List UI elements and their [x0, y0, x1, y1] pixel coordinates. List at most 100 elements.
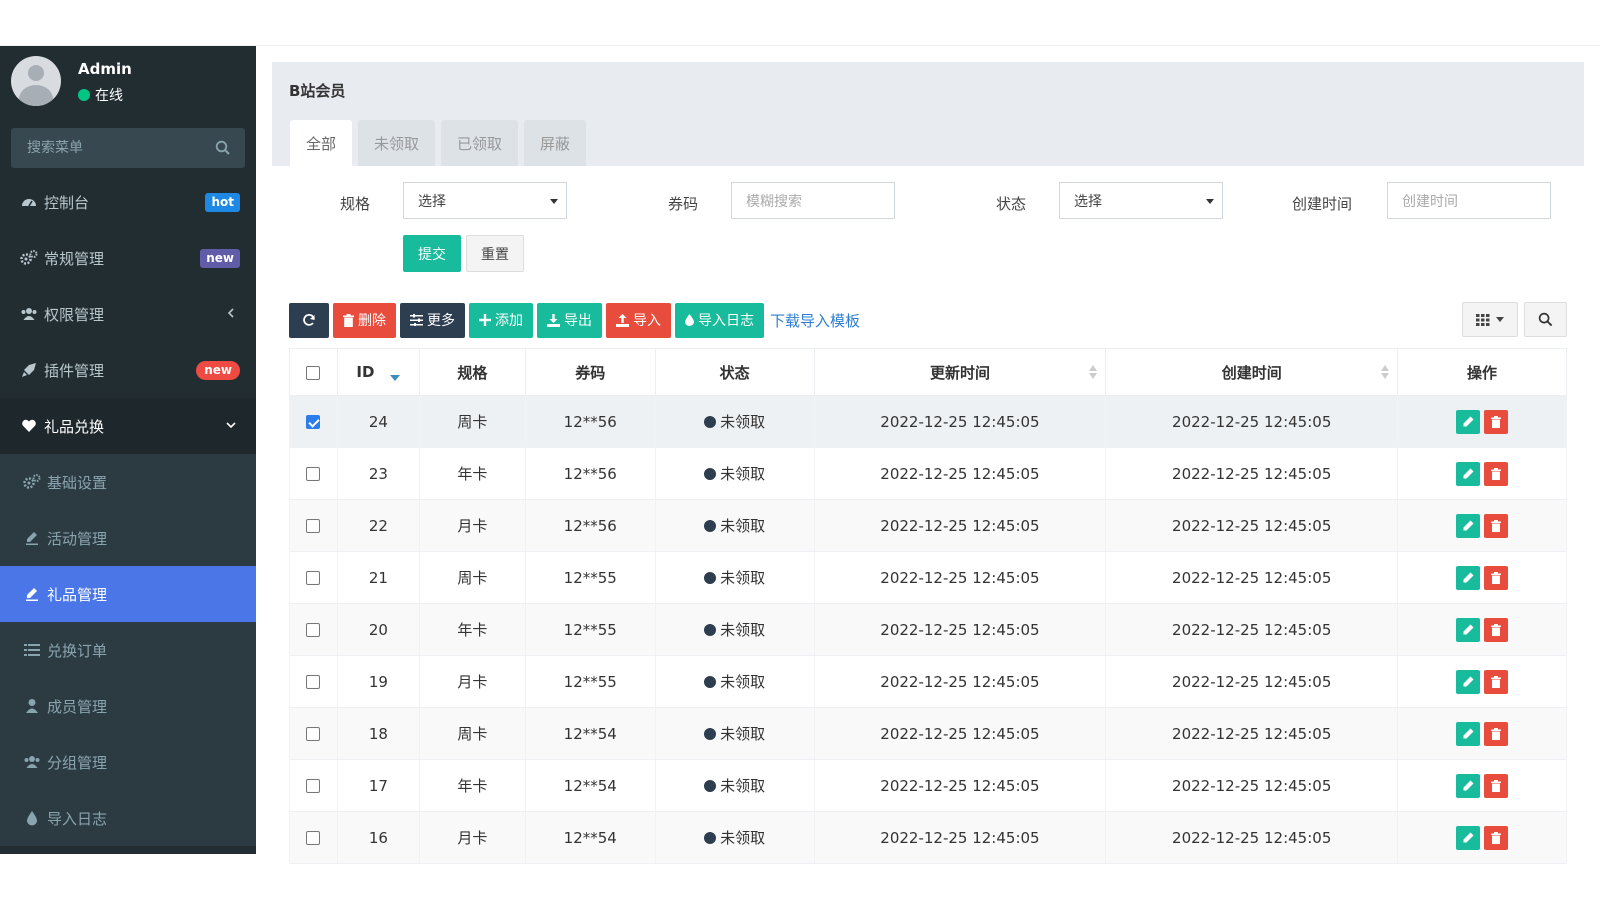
download-template-link[interactable]: 下载导入模板	[770, 310, 860, 331]
edit-button[interactable]	[1456, 409, 1481, 434]
table-row[interactable]: 17 年卡 12**54 未领取 2022-12-25 12:45:05 2022-12-…	[289, 759, 1567, 812]
sidebar-item-groups[interactable]: 分组管理	[0, 734, 256, 790]
status-dot-icon	[704, 780, 717, 792]
table-row[interactable]: 22 月卡 12**56 未领取 2022-12-25 12:45:05 2022-12-…	[289, 499, 1567, 552]
col-updated[interactable]: 更新时间	[813, 348, 1107, 396]
cell-spec: 年卡	[418, 759, 526, 812]
table-row[interactable]: 20 年卡 12**55 未领取 2022-12-25 12:45:05 2022-12-…	[289, 603, 1567, 656]
cogs-icon	[20, 249, 38, 267]
cell-code: 12**55	[524, 603, 656, 656]
delete-button[interactable]: 删除	[333, 302, 396, 338]
status-dot-icon	[704, 520, 717, 532]
edit-button[interactable]	[1456, 617, 1481, 642]
sidebar-item-dashboard[interactable]: 控制台 hot	[0, 174, 256, 230]
row-checkbox[interactable]	[306, 415, 321, 429]
export-button[interactable]: 导出	[537, 302, 602, 338]
edit-button[interactable]	[1456, 773, 1481, 798]
delete-row-button[interactable]	[1484, 409, 1509, 434]
user-status-text: 在线	[95, 88, 123, 104]
cell-status: 未领取	[654, 447, 815, 500]
row-checkbox[interactable]	[306, 519, 321, 533]
delete-row-button[interactable]	[1484, 721, 1509, 746]
sort-desc-icon	[390, 375, 401, 381]
sidebar-item-gift-management[interactable]: 礼品管理	[0, 566, 256, 622]
edit-button[interactable]	[1456, 565, 1481, 590]
row-checkbox[interactable]	[306, 831, 321, 845]
import-button[interactable]: 导入	[606, 302, 671, 338]
delete-row-button[interactable]	[1484, 617, 1509, 642]
sidebar-item-plugins[interactable]: 插件管理 new	[0, 342, 256, 398]
sidebar-item-activity[interactable]: 活动管理	[0, 510, 256, 566]
table-row[interactable]: 21 周卡 12**55 未领取 2022-12-25 12:45:05 2022-12-…	[289, 551, 1567, 604]
sidebar-item-members[interactable]: 成员管理	[0, 678, 256, 734]
delete-row-button[interactable]	[1484, 565, 1509, 590]
tab-blocked[interactable]: 屏蔽	[524, 120, 587, 166]
cell-actions	[1397, 447, 1567, 500]
edit-button[interactable]	[1456, 513, 1481, 538]
col-created[interactable]: 创建时间	[1105, 348, 1399, 396]
row-checkbox[interactable]	[306, 675, 321, 689]
menu-search-input[interactable]	[11, 128, 211, 168]
import-log-button[interactable]: 导入日志	[675, 302, 764, 338]
sidebar-item-general[interactable]: 常规管理 new	[0, 230, 256, 286]
row-checkbox[interactable]	[306, 623, 321, 637]
spec-select[interactable]: 选择	[403, 182, 567, 219]
cell-id: 17	[336, 759, 420, 812]
reset-button[interactable]: 重置	[466, 235, 524, 272]
tab-unclaimed[interactable]: 未领取	[358, 120, 436, 166]
pencil-icon	[1463, 468, 1474, 479]
more-button[interactable]: 更多	[400, 302, 465, 338]
table-row[interactable]: 23 年卡 12**56 未领取 2022-12-25 12:45:05 2022-12-…	[289, 447, 1567, 500]
export-label: 导出	[564, 313, 592, 329]
delete-row-button[interactable]	[1484, 669, 1509, 694]
cell-actions	[1397, 395, 1567, 448]
sidebar-item-gift-exchange[interactable]: 礼品兑换	[0, 398, 256, 454]
trash-icon	[1491, 727, 1502, 740]
row-checkbox[interactable]	[306, 467, 321, 481]
row-checkbox[interactable]	[306, 779, 321, 793]
edit-button[interactable]	[1456, 721, 1481, 746]
table-row[interactable]: 18 周卡 12**54 未领取 2022-12-25 12:45:05 2022-12-…	[289, 707, 1567, 760]
cell-code: 12**56	[524, 447, 656, 500]
table-row[interactable]: 24 周卡 12**56 未领取 2022-12-25 12:45:05 2022-12-…	[289, 395, 1567, 448]
tab-all[interactable]: 全部	[290, 120, 353, 166]
tab-claimed[interactable]: 已领取	[441, 120, 519, 166]
table-row[interactable]: 19 月卡 12**55 未领取 2022-12-25 12:45:05 2022-12-…	[289, 655, 1567, 708]
search-icon[interactable]	[215, 140, 231, 156]
delete-row-button[interactable]	[1484, 461, 1509, 486]
delete-row-button[interactable]	[1484, 825, 1509, 850]
pencil-icon	[1463, 728, 1474, 739]
edit-button[interactable]	[1456, 825, 1481, 850]
row-checkbox[interactable]	[306, 571, 321, 585]
select-all-checkbox[interactable]	[306, 365, 321, 380]
sidebar-item-orders[interactable]: 兑换订单	[0, 622, 256, 678]
edit-button[interactable]	[1456, 669, 1481, 694]
data-table: ID 规格 券码 状态 更新时间 创建时间 操作 24 周卡 12**56 未领取 20…	[289, 348, 1567, 864]
edit-button[interactable]	[1456, 461, 1481, 486]
delete-label: 删除	[358, 313, 386, 329]
created-label: 创建时间	[1292, 195, 1353, 213]
sidebar-item-basic-settings[interactable]: 基础设置	[0, 454, 256, 510]
status-select[interactable]: 选择	[1059, 182, 1223, 219]
col-code: 券码	[524, 348, 656, 396]
add-button[interactable]: 添加	[469, 302, 533, 338]
delete-row-button[interactable]	[1484, 513, 1509, 538]
table-search-button[interactable]	[1524, 302, 1567, 337]
created-date-input[interactable]: 创建时间	[1387, 182, 1551, 219]
sidebar-item-permissions[interactable]: 权限管理	[0, 286, 256, 342]
cogs-icon	[23, 473, 41, 491]
row-checkbox[interactable]	[306, 727, 321, 741]
page-title: B站会员	[289, 82, 346, 100]
pencil-icon	[1463, 676, 1474, 687]
table-row[interactable]: 16 月卡 12**54 未领取 2022-12-25 12:45:05 2022-12-…	[289, 811, 1567, 864]
drop-icon	[685, 314, 694, 326]
code-search-input[interactable]: 模糊搜索	[731, 182, 895, 219]
columns-toggle-button[interactable]	[1462, 302, 1518, 337]
refresh-button[interactable]	[289, 302, 329, 338]
table-header-row: ID 规格 券码 状态 更新时间 创建时间 操作	[289, 348, 1567, 396]
submit-button[interactable]: 提交	[403, 235, 461, 272]
sidebar-item-import-log[interactable]: 导入日志	[0, 790, 256, 846]
delete-row-button[interactable]	[1484, 773, 1509, 798]
code-label: 券码	[668, 195, 699, 213]
col-id[interactable]: ID	[336, 348, 420, 396]
